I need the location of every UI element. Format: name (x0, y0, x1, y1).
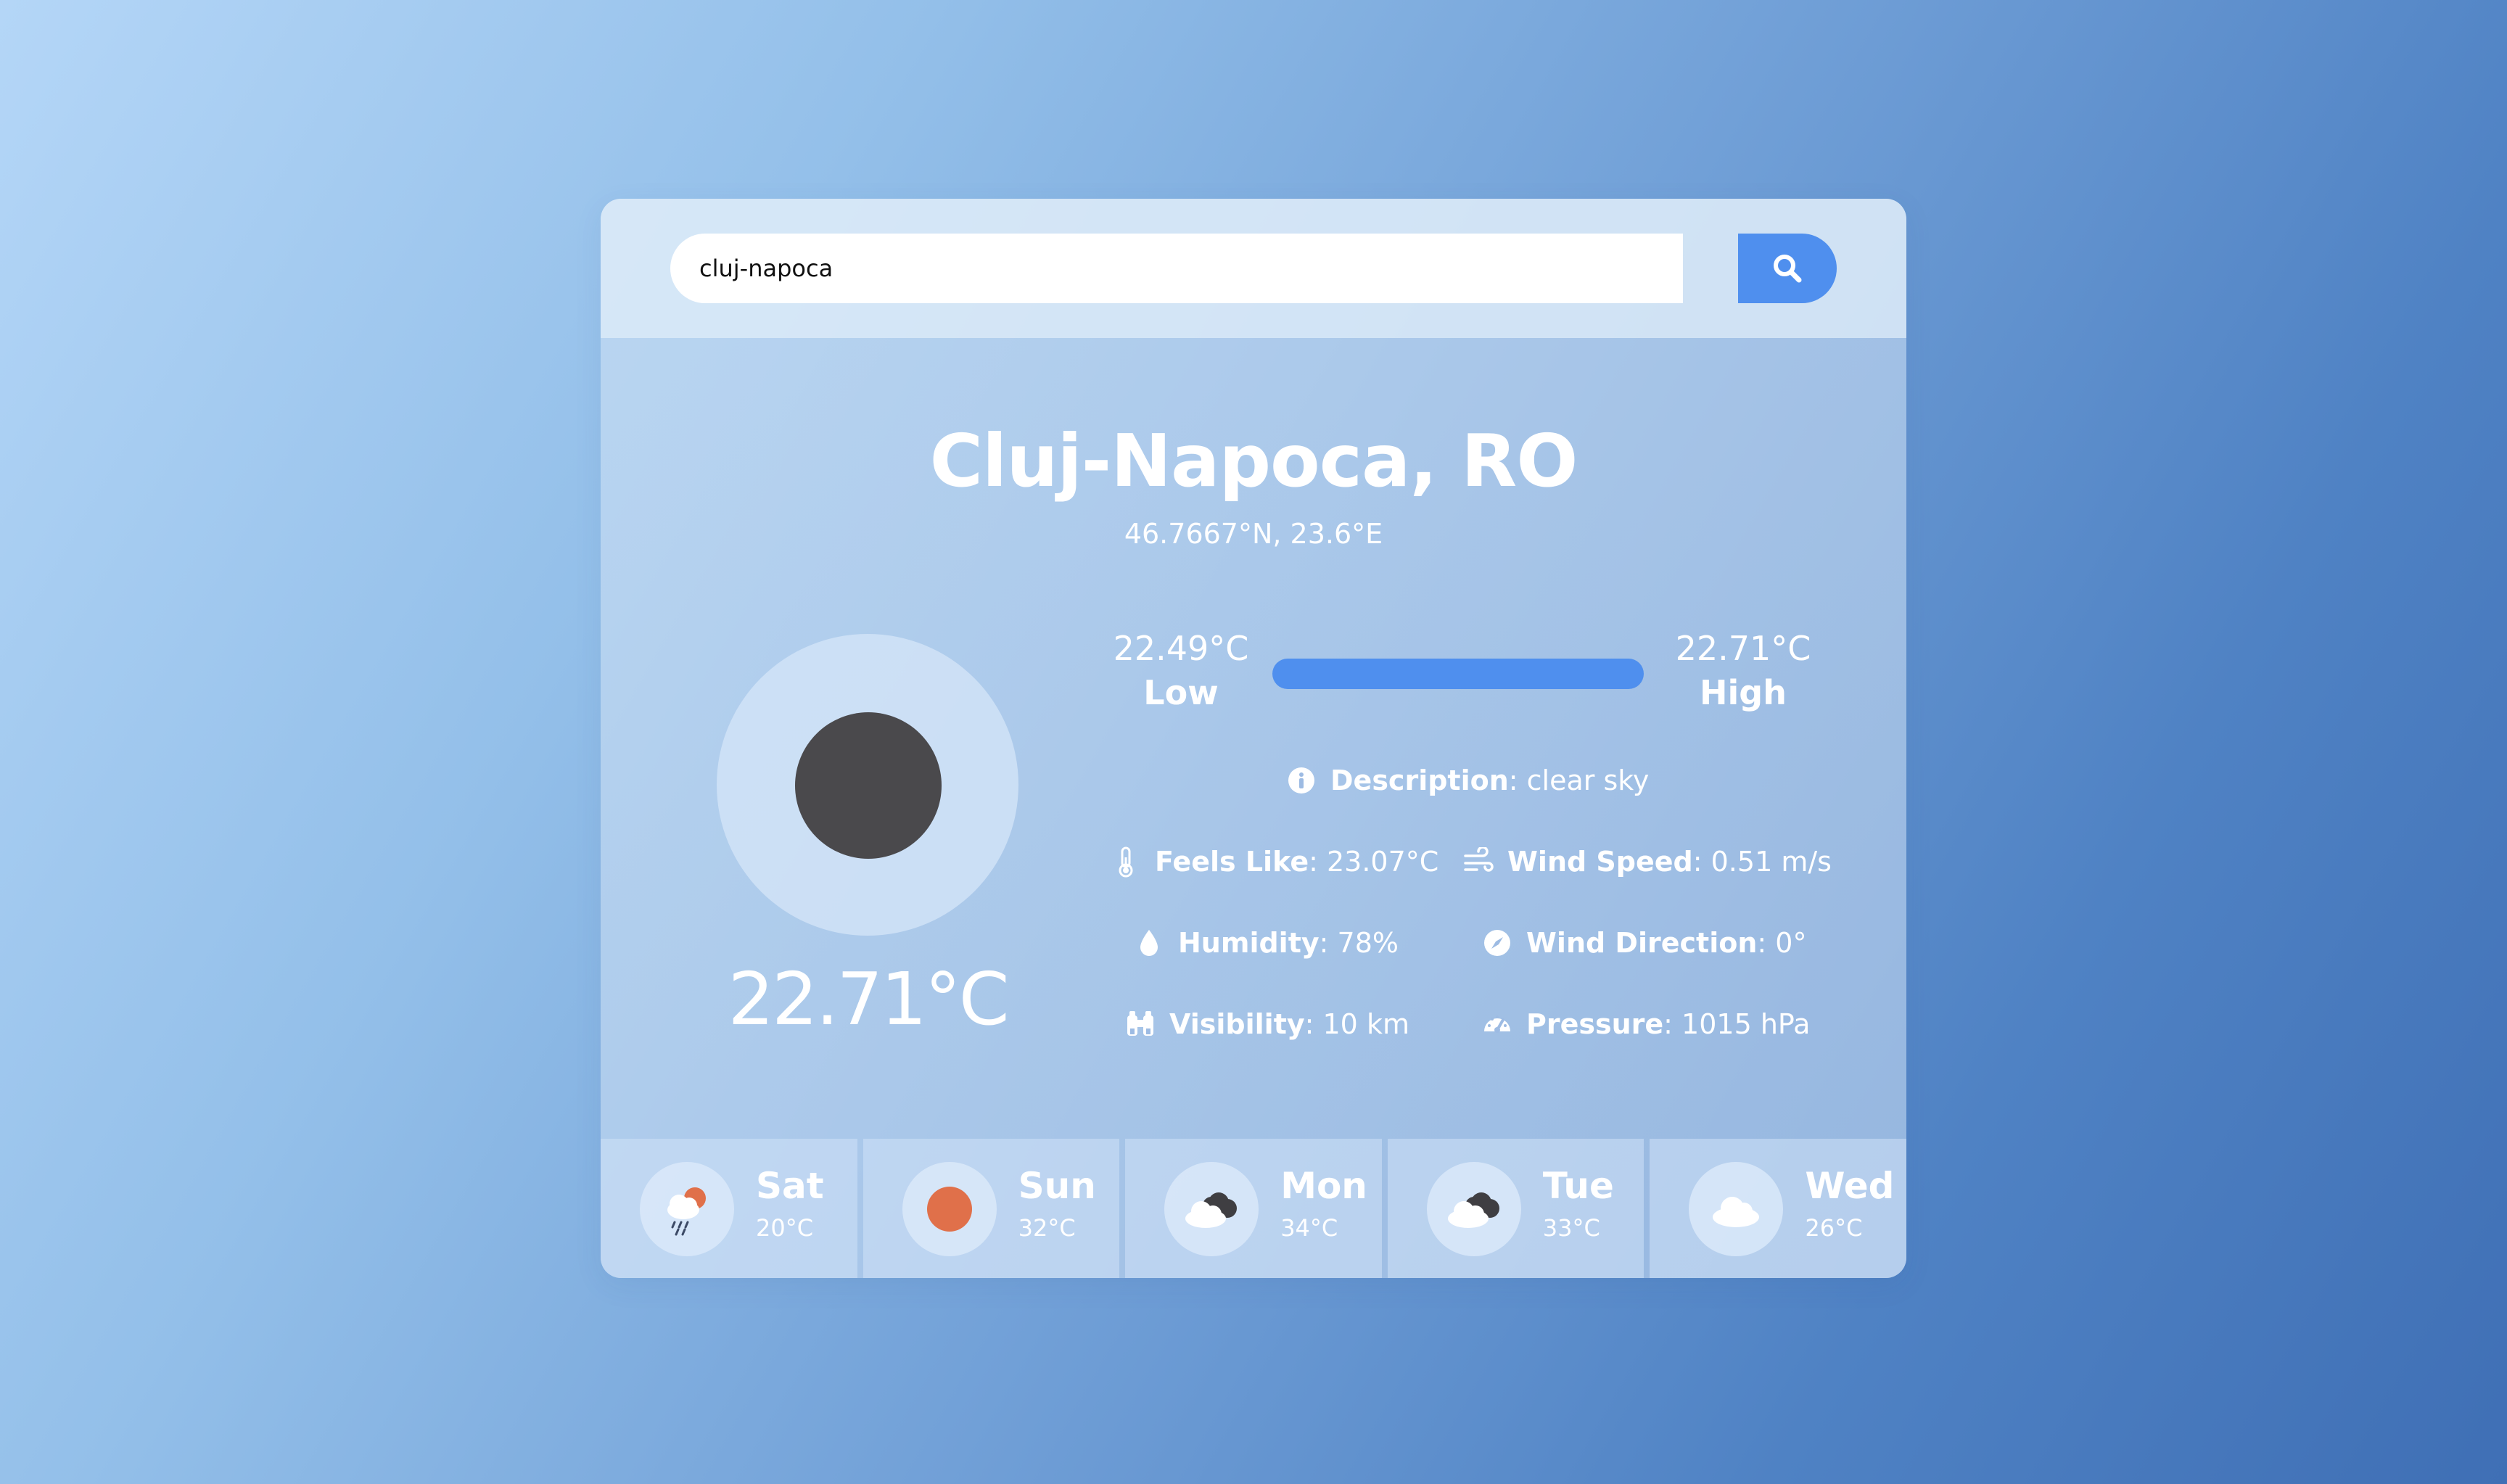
humidity-value: : 78% (1319, 927, 1399, 959)
wind-direction-value: : 0° (1757, 927, 1807, 959)
pressure-value: : 1015 hPa (1663, 1008, 1811, 1040)
wind-speed-value: : 0.51 m/s (1692, 846, 1832, 878)
forecast-temp: 20°C (756, 1214, 814, 1242)
description-value: : clear sky (1508, 764, 1650, 796)
search-button[interactable] (1738, 234, 1837, 303)
cloud-icon (1689, 1162, 1784, 1256)
low-temperature: 22.49°C Low (1101, 627, 1261, 715)
forecast-strip: Sat 20°C Sun 32°C Mon 34°C Tue 33°C Wed … (601, 1139, 1906, 1278)
forecast-temp: 33°C (1542, 1214, 1600, 1242)
clear-sky-icon (795, 712, 942, 859)
forecast-day-label: Wed (1805, 1165, 1895, 1207)
wind-icon (1462, 846, 1494, 878)
compass-icon (1481, 927, 1513, 959)
forecast-temp: 32°C (1018, 1214, 1076, 1242)
search-icon (1774, 255, 1802, 283)
current-temperature: 22.71°C (728, 957, 1009, 1042)
gauge-icon (1481, 1008, 1513, 1040)
wind-direction-label: Wind Direction (1526, 927, 1758, 959)
coordinates: 46.7667°N, 23.6°E (1124, 518, 1383, 550)
forecast-temp: 34°C (1280, 1214, 1338, 1242)
broken-clouds-icon (1164, 1162, 1259, 1256)
humidity-row: Humidity : 78% (1133, 921, 1399, 965)
search-input[interactable] (670, 234, 1683, 303)
droplet-icon (1133, 927, 1165, 959)
feels-like-value: : 23.07°C (1309, 846, 1439, 878)
city-name: Cluj-Napoca, RO (929, 419, 1578, 503)
forecast-day-wed[interactable]: Wed 26°C (1650, 1139, 1906, 1278)
rain-sun-cloud-icon (640, 1162, 734, 1256)
pressure-label: Pressure (1526, 1008, 1664, 1040)
forecast-day-tue[interactable]: Tue 33°C (1387, 1139, 1644, 1278)
pressure-row: Pressure : 1015 hPa (1481, 1002, 1810, 1046)
visibility-row: Visibility : 10 km (1124, 1002, 1409, 1046)
info-icon (1285, 764, 1317, 796)
feels-like-row: Feels Like : 23.07°C (1110, 840, 1438, 883)
search-bar (601, 199, 1906, 338)
wind-speed-row: Wind Speed : 0.51 m/s (1462, 840, 1832, 883)
thermometer-icon (1110, 846, 1142, 878)
temperature-range-bar (1272, 659, 1644, 689)
forecast-temp: 26°C (1805, 1214, 1863, 1242)
high-temperature: 22.71°C High (1663, 627, 1823, 715)
visibility-value: : 10 km (1304, 1008, 1409, 1040)
wind-speed-label: Wind Speed (1507, 846, 1693, 878)
high-temp-value: 22.71°C (1675, 629, 1811, 668)
wind-direction-row: Wind Direction : 0° (1481, 921, 1806, 965)
forecast-day-mon[interactable]: Mon 34°C (1125, 1139, 1382, 1278)
weather-card: Cluj-Napoca, RO 46.7667°N, 23.6°E 22.71°… (601, 199, 1906, 1278)
high-label: High (1700, 673, 1787, 712)
low-temp-value: 22.49°C (1113, 629, 1249, 668)
humidity-label: Humidity (1178, 927, 1320, 959)
visibility-label: Visibility (1169, 1008, 1305, 1040)
low-label: Low (1143, 673, 1219, 712)
weather-icon-container (717, 634, 1018, 936)
forecast-day-label: Tue (1542, 1165, 1614, 1207)
forecast-day-label: Mon (1280, 1165, 1367, 1207)
description-row: Description : clear sky (1285, 759, 1649, 802)
description-label: Description (1330, 764, 1509, 796)
forecast-day-label: Sun (1018, 1165, 1096, 1207)
forecast-day-label: Sat (756, 1165, 824, 1207)
feels-like-label: Feels Like (1155, 846, 1309, 878)
forecast-day-sat[interactable]: Sat 20°C (601, 1139, 857, 1278)
binoculars-icon (1124, 1008, 1156, 1040)
forecast-day-sun[interactable]: Sun 32°C (863, 1139, 1120, 1278)
sun-icon (902, 1162, 997, 1256)
broken-clouds-icon (1426, 1162, 1521, 1256)
